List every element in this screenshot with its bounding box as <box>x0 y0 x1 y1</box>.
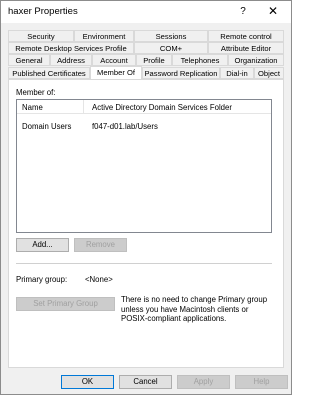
list-item-name: Domain Users <box>22 122 72 131</box>
separator <box>16 263 272 264</box>
tab-remote-desktop-services-profile[interactable]: Remote Desktop Services Profile <box>8 42 134 54</box>
tab-sessions[interactable]: Sessions <box>134 30 208 42</box>
tab-environment[interactable]: Environment <box>74 30 134 42</box>
properties-dialog: haxer Properties ? ✕ Security Environmen… <box>0 0 292 395</box>
tab-dial-in[interactable]: Dial-in <box>220 67 254 79</box>
column-header-folder[interactable]: Active Directory Domain Services Folder <box>92 103 232 112</box>
title-bar[interactable]: haxer Properties ? ✕ <box>1 1 291 23</box>
remove-button[interactable]: Remove <box>74 238 127 252</box>
tab-com-plus[interactable]: COM+ <box>134 42 208 54</box>
primary-group-info: There is no need to change Primary group… <box>121 295 268 323</box>
tab-organization[interactable]: Organization <box>228 54 284 66</box>
tab-password-replication[interactable]: Password Replication <box>142 67 220 79</box>
tab-general[interactable]: General <box>8 54 50 66</box>
tab-account[interactable]: Account <box>92 54 136 66</box>
tab-member-of[interactable]: Member Of <box>90 66 142 79</box>
list-item-folder: f047-d01.lab/Users <box>92 122 158 131</box>
help-button[interactable]: Help <box>235 375 288 389</box>
list-header: Name Active Directory Domain Services Fo… <box>17 100 271 114</box>
primary-group-label: Primary group: <box>16 275 68 284</box>
member-of-list[interactable]: Name Active Directory Domain Services Fo… <box>16 99 272 233</box>
tab-object[interactable]: Object <box>254 67 284 79</box>
ok-button[interactable]: OK <box>61 375 114 389</box>
cancel-button[interactable]: Cancel <box>119 375 172 389</box>
close-icon[interactable]: ✕ <box>261 3 285 20</box>
tab-attribute-editor[interactable]: Attribute Editor <box>208 42 284 54</box>
add-button[interactable]: Add... <box>16 238 69 252</box>
column-separator[interactable] <box>83 100 84 114</box>
window-title: haxer Properties <box>8 6 78 17</box>
column-header-name[interactable]: Name <box>22 103 43 112</box>
tab-profile[interactable]: Profile <box>136 54 172 66</box>
apply-button[interactable]: Apply <box>177 375 230 389</box>
tab-remote-control[interactable]: Remote control <box>208 30 284 42</box>
help-icon[interactable]: ? <box>233 3 253 20</box>
tab-published-certificates[interactable]: Published Certificates <box>8 67 90 79</box>
tab-address[interactable]: Address <box>50 54 92 66</box>
tab-security[interactable]: Security <box>8 30 74 42</box>
list-item[interactable]: Domain Users f047-d01.lab/Users <box>17 120 271 133</box>
primary-group-value: <None> <box>85 275 113 284</box>
member-of-label: Member of: <box>16 88 56 97</box>
tab-telephones[interactable]: Telephones <box>172 54 228 66</box>
set-primary-group-button[interactable]: Set Primary Group <box>16 297 115 311</box>
